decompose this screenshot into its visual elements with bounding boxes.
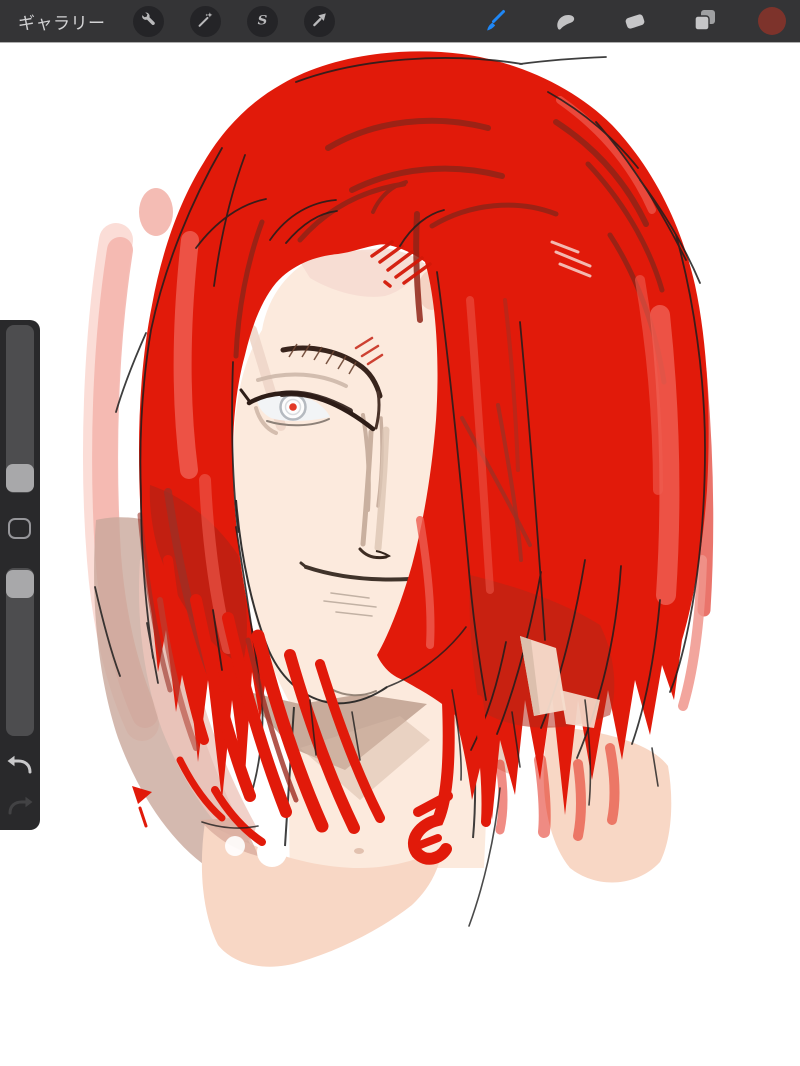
transform-button[interactable] xyxy=(303,5,335,37)
svg-text:S: S xyxy=(257,12,267,28)
eraser-icon xyxy=(621,6,649,37)
adjustments-button[interactable] xyxy=(189,5,221,37)
left-sidebar xyxy=(0,320,40,830)
brush-icon xyxy=(481,6,509,37)
toolbar-right-group xyxy=(460,6,800,36)
undo-button[interactable] xyxy=(5,752,35,780)
paint-tool-button[interactable] xyxy=(480,6,510,36)
top-toolbar: ギャラリー S xyxy=(0,0,800,43)
layers-icon xyxy=(691,6,719,37)
artwork-drawing xyxy=(83,51,714,967)
toolbar-left-group: ギャラリー S xyxy=(0,5,348,37)
erase-tool-button[interactable] xyxy=(620,6,650,36)
gallery-button[interactable]: ギャラリー xyxy=(0,9,120,34)
drawing-canvas[interactable] xyxy=(0,43,800,1066)
wrench-icon xyxy=(139,10,158,32)
color-swatch-button[interactable] xyxy=(758,7,786,35)
magic-wand-icon xyxy=(196,10,215,32)
undo-arrow-icon xyxy=(5,755,35,781)
brush-size-handle[interactable] xyxy=(6,464,34,492)
brush-size-slider[interactable] xyxy=(6,325,34,493)
modify-button[interactable] xyxy=(8,518,31,539)
actions-button[interactable] xyxy=(132,5,164,37)
opacity-slider[interactable] xyxy=(6,568,34,736)
redo-arrow-icon xyxy=(5,796,35,822)
selections-button[interactable]: S xyxy=(246,5,278,37)
redo-button[interactable] xyxy=(5,793,35,821)
smudge-icon xyxy=(551,6,579,37)
smudge-tool-button[interactable] xyxy=(550,6,580,36)
arrow-icon xyxy=(310,10,329,32)
layers-button[interactable] xyxy=(690,6,720,36)
s-ribbon-icon: S xyxy=(253,10,272,32)
opacity-handle[interactable] xyxy=(6,570,34,598)
